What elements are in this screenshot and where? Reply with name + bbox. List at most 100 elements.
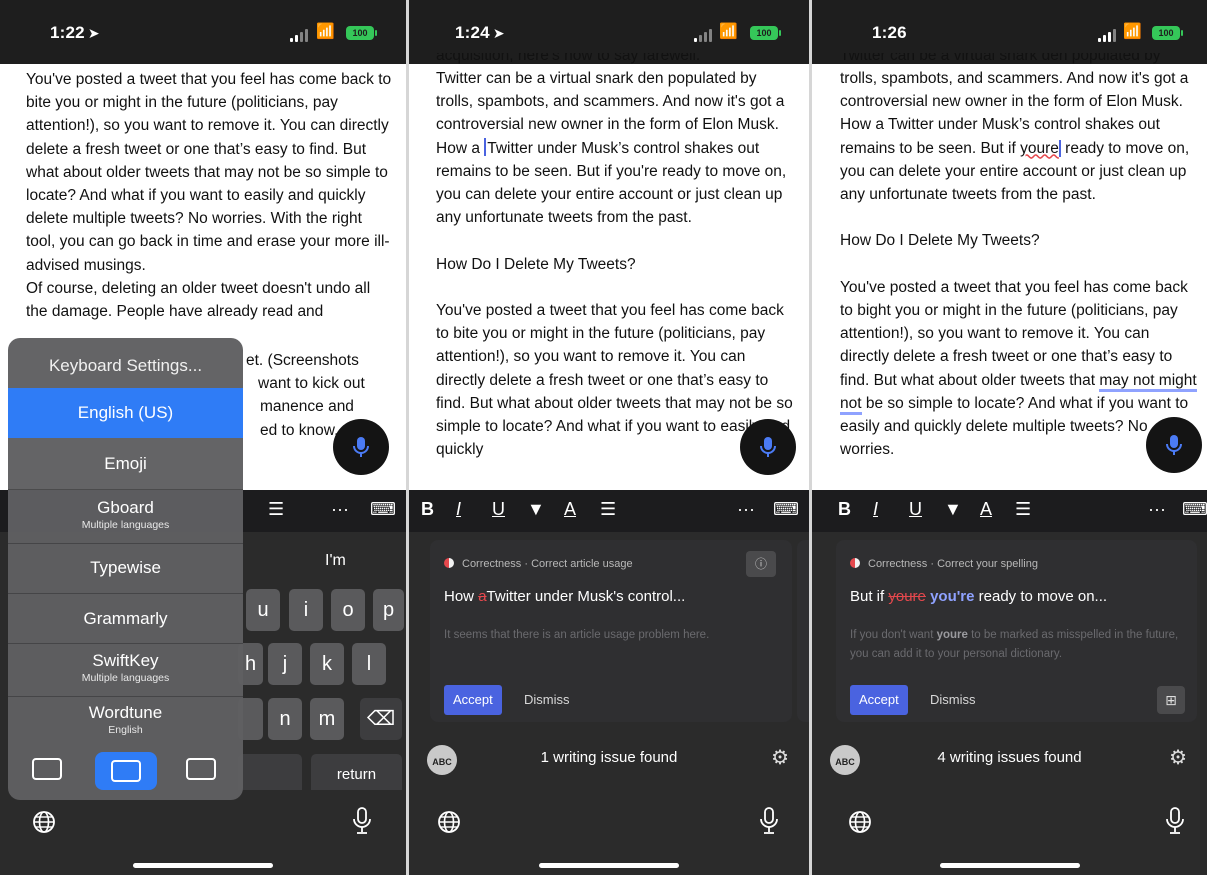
italic-icon[interactable]: I	[873, 499, 878, 520]
hide-keyboard-icon[interactable]: ⌨	[370, 499, 396, 520]
key-l[interactable]: l	[352, 643, 386, 685]
list-icon[interactable]: ☰	[268, 499, 284, 520]
signal-icon	[694, 28, 714, 42]
document-text[interactable]: acquisition, here’s how to say farewell.…	[436, 53, 795, 461]
keyboard-option-label: Wordtune	[88, 703, 163, 722]
text-color-icon[interactable]: A	[980, 499, 992, 520]
hide-keyboard-icon[interactable]: ⌨	[773, 499, 799, 520]
key-o[interactable]: o	[331, 589, 365, 631]
signal-icon	[1098, 28, 1118, 42]
gear-icon[interactable]: ⚙	[771, 745, 789, 770]
keyboard-center-button[interactable]	[95, 752, 157, 790]
doc-clipped-line: Twitter can be a virtual snark den popul…	[840, 53, 1161, 64]
keyboard-option-typewise[interactable]: Typewise	[8, 558, 243, 578]
status-time: 1:22 ➤	[50, 23, 100, 42]
keyboard-left-icon[interactable]	[32, 758, 62, 780]
issue-count: 4 writing issues found	[937, 749, 1082, 766]
document-text[interactable]: Twitter can be a virtual snark den popul…	[840, 53, 1199, 461]
bold-icon[interactable]: B	[421, 499, 434, 520]
suggestion-card[interactable]: Correctness · Correct your spelling But …	[836, 540, 1197, 722]
suggestion-header: Correctness · Correct your spelling	[850, 558, 1038, 570]
underline-icon[interactable]: U	[909, 499, 922, 520]
key-p[interactable]: p	[373, 589, 404, 631]
keyboard-option-swiftkey[interactable]: SwiftKey Multiple languages	[8, 651, 243, 684]
keyboard-option-sub: Multiple languages	[81, 672, 170, 684]
text-cursor	[484, 137, 487, 156]
dismiss-button[interactable]: Dismiss	[524, 692, 570, 707]
doc-fragment: et. (Screenshots	[246, 352, 359, 369]
wifi-icon: 📶	[1123, 23, 1142, 40]
grammarly-mic-button[interactable]	[1146, 417, 1202, 473]
system-bottom-bar	[812, 790, 1207, 875]
battery-indicator: 100	[346, 26, 377, 40]
more-icon[interactable]: ···	[1148, 499, 1166, 520]
highlight-icon[interactable]: ▼	[944, 499, 962, 520]
accept-button[interactable]: Accept	[444, 685, 502, 715]
highlight-icon[interactable]: ▼	[527, 499, 545, 520]
suggestion-card[interactable]: Correctness · Correct article usage ⓘ Ho…	[430, 540, 792, 722]
list-icon[interactable]: ☰	[1015, 499, 1031, 520]
add-to-dictionary-icon[interactable]: ⊞	[1157, 686, 1185, 714]
screen-grammarly-spelling: 1:26 📶 100 Twitter can be a virtual snar…	[812, 0, 1207, 875]
screen-grammarly-article: 1:24 ➤ 📶 100 acquisition, here’s how to s…	[409, 0, 809, 875]
wifi-icon: 📶	[719, 23, 738, 40]
dictation-mic-icon	[760, 807, 778, 834]
doc-heading: How Do I Delete My Tweets?	[840, 232, 1040, 250]
spelling-error[interactable]: youre	[1020, 139, 1061, 157]
status-bar: 1:22 ➤ 📶 100	[0, 0, 406, 64]
keyboard-option-wordtune[interactable]: Wordtune English	[8, 703, 243, 736]
issue-bar: ABC 1 writing issue found ⚙	[409, 735, 809, 785]
home-indicator[interactable]	[939, 863, 1080, 868]
next-card-peek[interactable]	[797, 540, 809, 722]
keyboard-settings-item[interactable]: Keyboard Settings...	[8, 356, 243, 376]
italic-icon[interactable]: I	[456, 499, 461, 520]
underline-icon[interactable]: U	[492, 499, 505, 520]
grammarly-toolbar: B I U ▼ A ☰ ··· ⌨	[409, 490, 809, 532]
globe-icon	[438, 811, 460, 833]
grammarly-mic-button[interactable]	[333, 419, 389, 475]
text-color-icon[interactable]: A	[564, 499, 576, 520]
grammarly-keyboard: B I U ▼ A ☰ ··· ⌨ Correctness · Correct …	[812, 490, 1207, 875]
keyboard-right-icon[interactable]	[186, 758, 216, 780]
doc-clipped-line: acquisition, here’s how to say farewell.	[436, 53, 701, 64]
home-indicator[interactable]	[539, 863, 679, 868]
suggestion-sentence: How aTwitter under Musk's control...	[444, 588, 686, 605]
doc-paragraph: You've posted a tweet that you feel has …	[840, 278, 1197, 459]
document-text[interactable]: You've posted a tweet that you feel has …	[26, 68, 392, 323]
globe-icon	[849, 811, 871, 833]
signal-icon	[290, 28, 310, 42]
key-i[interactable]: i	[289, 589, 323, 631]
keyboard-option-sub: Multiple languages	[81, 519, 170, 531]
dismiss-button[interactable]: Dismiss	[930, 692, 976, 707]
keyboard-option-grammarly[interactable]: Grammarly	[8, 609, 243, 629]
key-u[interactable]: u	[246, 589, 280, 631]
key-m[interactable]: m	[310, 698, 344, 740]
gear-icon[interactable]: ⚙	[1169, 745, 1187, 770]
keyboard-option-gboard[interactable]: Gboard Multiple languages	[8, 498, 243, 531]
more-icon[interactable]: ···	[737, 499, 755, 520]
more-icon[interactable]: ···	[331, 499, 349, 520]
keyboard-option-emoji[interactable]: Emoji	[8, 454, 243, 474]
suggestion-header: Correctness · Correct article usage	[444, 558, 633, 570]
key-k[interactable]: k	[310, 643, 344, 685]
list-icon[interactable]: ☰	[600, 499, 616, 520]
bold-icon[interactable]: B	[838, 499, 851, 520]
info-icon[interactable]: ⓘ	[746, 551, 776, 577]
grammarly-mic-button[interactable]	[740, 419, 796, 475]
accept-button[interactable]: Accept	[850, 685, 908, 715]
key-n[interactable]: n	[268, 698, 302, 740]
keyboard-option-english[interactable]: English (US)	[8, 388, 243, 438]
home-indicator[interactable]	[133, 863, 273, 868]
location-arrow-icon: ➤	[492, 25, 505, 41]
system-bottom-bar	[0, 790, 406, 875]
hide-keyboard-icon[interactable]: ⌨	[1182, 499, 1207, 520]
mic-icon	[760, 437, 776, 457]
location-arrow-icon: ➤	[87, 25, 100, 41]
key-j[interactable]: j	[268, 643, 302, 685]
suggestion[interactable]: I'm	[325, 552, 346, 570]
keyboard-option-label: SwiftKey	[92, 651, 159, 670]
status-time: 1:26	[872, 23, 907, 42]
doc-fragment: want to kick out	[258, 375, 365, 393]
dictation-mic-icon	[353, 807, 371, 834]
backspace-key[interactable]: ⌫	[360, 698, 402, 740]
